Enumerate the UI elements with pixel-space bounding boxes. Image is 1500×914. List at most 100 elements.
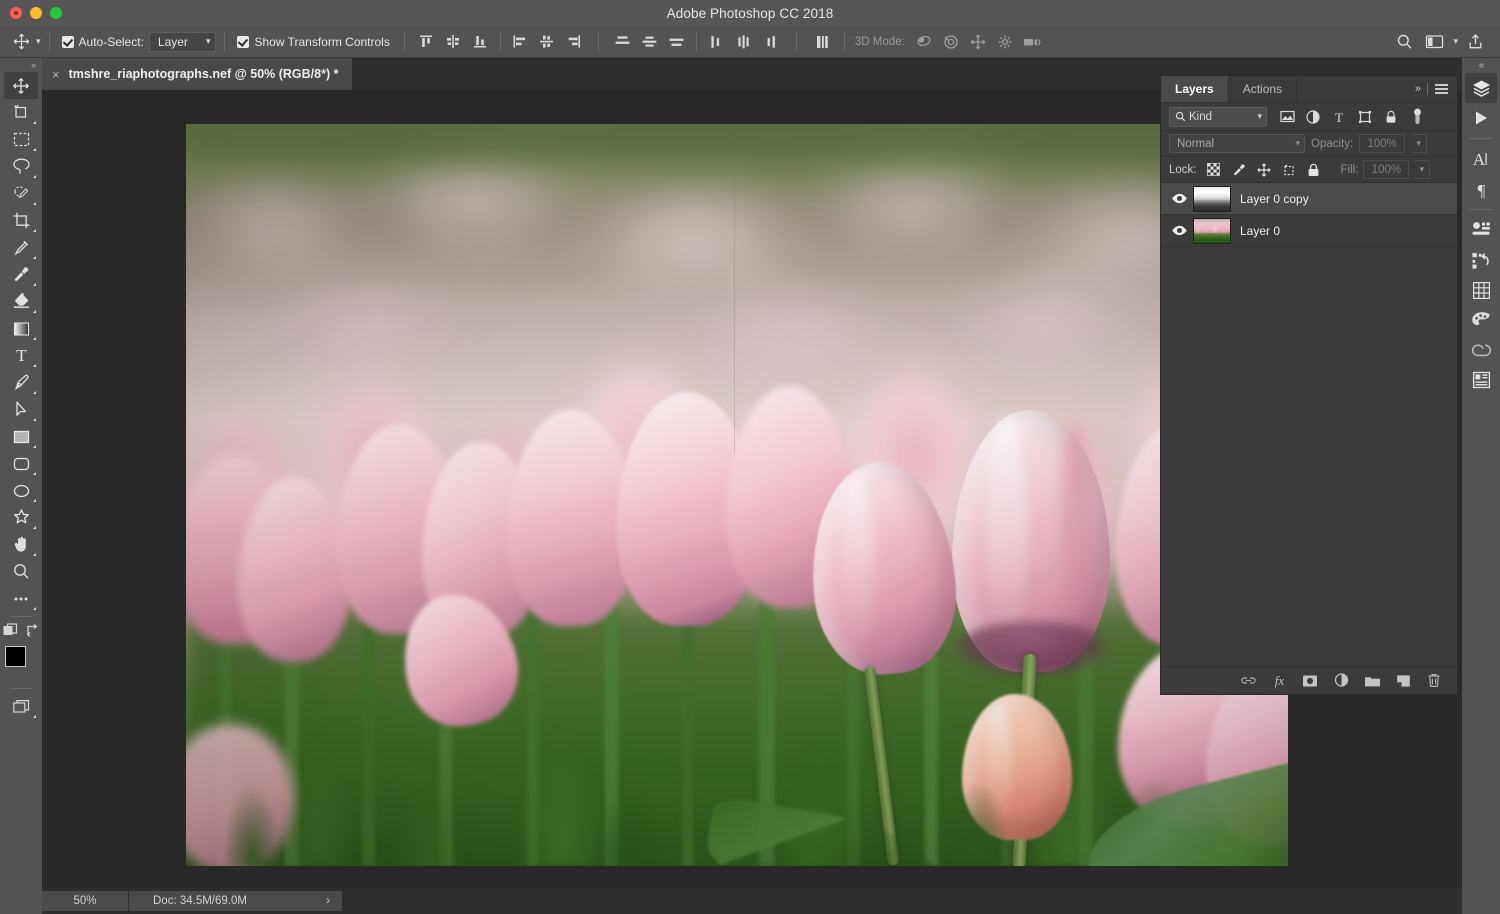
eraser-tool[interactable] — [4, 288, 38, 315]
workspace-switcher-icon[interactable] — [1421, 31, 1447, 53]
opacity-slider-toggle-icon[interactable]: ▾ — [1411, 134, 1428, 153]
zoom-window-button[interactable] — [50, 7, 62, 19]
filter-adjustment-layers-icon[interactable] — [1302, 107, 1324, 127]
spot-healing-brush-tool[interactable] — [4, 261, 38, 288]
panel-menu-icon[interactable] — [1435, 84, 1448, 94]
screen-mode-icon[interactable] — [4, 693, 38, 720]
layer-name[interactable]: Layer 0 — [1240, 224, 1280, 238]
distribute-vertical-centers-icon[interactable] — [636, 31, 663, 53]
fill-slider-toggle-icon[interactable]: ▾ — [1414, 160, 1431, 179]
filter-toggle-switch-icon[interactable] — [1406, 107, 1428, 127]
table-row[interactable]: Layer 0 copy — [1161, 183, 1457, 215]
new-adjustment-layer-icon[interactable] — [1332, 672, 1350, 690]
dock-collapse-toggle[interactable]: « — [1462, 58, 1500, 73]
add-layer-mask-icon[interactable] — [1301, 672, 1319, 690]
fill-value[interactable]: 100% — [1363, 160, 1410, 179]
lock-transparent-pixels-icon[interactable] — [1204, 160, 1224, 179]
filter-smart-object-icon[interactable] — [1380, 107, 1402, 127]
tab-actions[interactable]: Actions — [1229, 76, 1298, 102]
distribute-right-edges-icon[interactable] — [757, 31, 784, 53]
lock-artboard-nesting-icon[interactable] — [1279, 160, 1299, 179]
gradient-tool[interactable] — [4, 315, 38, 342]
artboard-tool[interactable] — [4, 99, 38, 126]
filter-shape-layers-icon[interactable] — [1354, 107, 1376, 127]
layer-visibility-toggle[interactable] — [1165, 215, 1193, 247]
hand-tool[interactable] — [4, 531, 38, 558]
auto-select-target-dropdown[interactable]: Layer ▾ — [148, 31, 217, 52]
align-horizontal-centers-icon[interactable] — [534, 31, 561, 53]
show-transform-controls-checkbox[interactable]: Show Transform Controls — [237, 35, 390, 49]
distribute-left-edges-icon[interactable] — [703, 31, 730, 53]
rounded-rectangle-tool[interactable] — [4, 450, 38, 477]
rectangular-marquee-tool[interactable] — [4, 126, 38, 153]
chevron-down-icon[interactable]: ▾ — [1453, 36, 1458, 47]
layer-style-fx-icon[interactable]: fx — [1270, 672, 1288, 690]
align-bottom-edges-icon[interactable] — [467, 31, 494, 53]
distribute-top-edges-icon[interactable] — [609, 31, 636, 53]
layers-panel-icon[interactable] — [1465, 73, 1497, 103]
tool-preset-chevron-down-icon[interactable]: ▾ — [36, 36, 41, 47]
actions-panel-icon[interactable] — [1465, 103, 1497, 133]
search-icon[interactable] — [1391, 31, 1417, 53]
color-swatches-panel-icon[interactable] — [1465, 275, 1497, 305]
distribute-bottom-edges-icon[interactable] — [663, 31, 690, 53]
layers-list[interactable]: Layer 0 copy Layer 0 — [1161, 183, 1457, 666]
pan-3d-icon[interactable] — [965, 31, 992, 53]
align-right-edges-icon[interactable] — [561, 31, 588, 53]
delete-layer-icon[interactable] — [1425, 672, 1443, 690]
auto-select-checkbox[interactable]: Auto-Select: — [61, 35, 144, 49]
share-icon[interactable] — [1462, 31, 1488, 53]
orbit-3d-icon[interactable] — [911, 31, 938, 53]
align-left-edges-icon[interactable] — [507, 31, 534, 53]
creative-cloud-libraries-icon[interactable] — [1465, 335, 1497, 365]
new-layer-icon[interactable] — [1394, 672, 1412, 690]
swap-colors-icon[interactable] — [25, 623, 41, 638]
layer-name[interactable]: Layer 0 copy — [1240, 192, 1309, 206]
move-tool-icon[interactable] — [8, 31, 34, 53]
document-image[interactable] — [186, 124, 1288, 866]
layer-thumbnail[interactable] — [1193, 185, 1231, 212]
new-group-icon[interactable] — [1363, 672, 1381, 690]
filter-pixel-layers-icon[interactable] — [1276, 107, 1298, 127]
distribute-horizontal-centers-icon[interactable] — [730, 31, 757, 53]
document-info[interactable]: Doc: 34.5M/69.0M — [129, 891, 342, 911]
quick-mask-icon[interactable] — [2, 623, 19, 638]
zoom-tool[interactable] — [4, 558, 38, 585]
edit-toolbar-more[interactable] — [4, 585, 38, 612]
document-tab[interactable]: × tmshre_riaphotographs.nef @ 50% (RGB/8… — [42, 58, 354, 90]
layer-visibility-toggle[interactable] — [1165, 183, 1193, 215]
status-expand-icon[interactable]: › — [326, 893, 330, 907]
ellipse-tool[interactable] — [4, 477, 38, 504]
close-window-button[interactable] — [10, 7, 22, 19]
link-layers-icon[interactable] — [1239, 672, 1257, 690]
blend-mode-dropdown[interactable]: Normal ▾ — [1169, 134, 1305, 153]
filter-type-layers-icon[interactable]: T — [1328, 107, 1350, 127]
opacity-value[interactable]: 100% — [1359, 134, 1406, 153]
layer-thumbnail[interactable] — [1193, 217, 1231, 244]
tab-layers[interactable]: Layers — [1161, 76, 1229, 102]
lock-all-icon[interactable] — [1304, 160, 1324, 179]
minimize-window-button[interactable] — [30, 7, 42, 19]
tools-expand-toggle[interactable]: » — [0, 58, 42, 72]
filter-kind-dropdown[interactable]: Kind ▾ — [1169, 106, 1267, 127]
roll-3d-icon[interactable] — [938, 31, 965, 53]
eyedropper-tool[interactable] — [4, 234, 38, 261]
history-panel-icon[interactable] — [1465, 245, 1497, 275]
distribute-spacing-icon[interactable] — [809, 31, 836, 53]
move-tool[interactable] — [4, 72, 38, 99]
color-panel-icon[interactable] — [1465, 305, 1497, 335]
adjustments-panel-icon[interactable] — [1465, 365, 1497, 395]
align-vertical-centers-icon[interactable] — [440, 31, 467, 53]
zoom-camera-3d-icon[interactable] — [1019, 31, 1046, 53]
slide-3d-icon[interactable] — [992, 31, 1019, 53]
table-row[interactable]: Layer 0 — [1161, 215, 1457, 247]
character-panel-icon[interactable]: A — [1465, 144, 1497, 174]
rectangle-tool[interactable] — [4, 423, 38, 450]
crop-tool[interactable] — [4, 207, 38, 234]
path-selection-tool[interactable] — [4, 396, 38, 423]
lock-image-pixels-icon[interactable] — [1229, 160, 1249, 179]
align-top-edges-icon[interactable] — [413, 31, 440, 53]
custom-shape-tool[interactable] — [4, 504, 38, 531]
quick-selection-tool[interactable] — [4, 180, 38, 207]
lasso-tool[interactable] — [4, 153, 38, 180]
